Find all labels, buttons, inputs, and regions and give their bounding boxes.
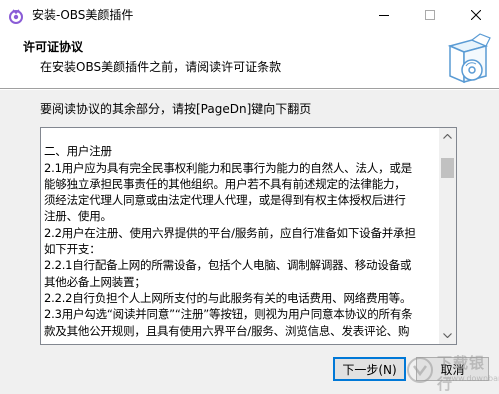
vertical-scrollbar[interactable] [439,128,456,344]
chevron-down-icon [443,333,452,338]
minimize-button[interactable] [361,0,407,30]
license-line: 2.2.2自行负担个人上网所支付的与此服务有关的电话费用、网络费用等。 [44,290,412,305]
license-line: 2.2用户在注册、使用六界提供的平台/服务前，应自行准备如下设备并承担 [44,225,416,240]
license-line: 其他必备上网装置； [44,274,146,289]
watermark: 下载银行 www.downbank.cn [400,352,499,393]
license-line: 如下开支： [44,242,101,257]
license-line: 2.3用户勾选“阅读并同意”“注册”等按钮，则视为用户同意本协议的所有条 [44,307,413,322]
license-line [44,128,440,143]
license-line: 能够独立承担民事责任的其他组织。用户若不具有前述规定的法律能力， [44,176,406,191]
window-title: 安装-OBS美颜插件 [32,8,134,22]
license-line: 注册、使用。 [44,209,112,224]
page-title: 许可证协议 [23,40,84,54]
license-text: 二、用户注册 2.1用户应为具有完全民事权利能力和民事行为能力的自然人、法人，或… [41,128,440,339]
next-button[interactable]: 下一步(N) [333,357,406,381]
scroll-up-button[interactable] [439,128,456,145]
license-line: 须经法定代理人同意或由法定代理人代理，或是得到有权主体授权后进行 [44,193,406,208]
chevron-up-icon [443,134,452,139]
license-line: 款及其他公开规则，且具有使用六界平台/服务、浏览信息、发表评论、购 [44,323,410,338]
watermark-logo-icon [407,357,433,383]
license-line: 2.1用户应为具有完全民事权利能力和民事行为能力的自然人、法人，或是 [44,160,412,175]
app-logo-icon [9,9,23,24]
close-button[interactable] [453,0,499,30]
license-line: 二、用户注册 [44,144,112,159]
watermark-url: www.downbank.cn [445,374,499,383]
maximize-icon [425,10,435,20]
close-icon [471,10,481,20]
license-textbox[interactable]: 二、用户注册 2.1用户应为具有完全民事权利能力和民事行为能力的自然人、法人，或… [40,127,457,345]
page-subtitle: 在安装OBS美颜插件之前，请阅读许可证条款 [40,60,282,74]
scroll-down-button[interactable] [439,327,456,344]
title-bar: 安装-OBS美颜插件 [0,0,499,30]
scroll-instruction: 要阅读协议的其余部分，请按[PageDn]键向下翻页 [40,102,312,116]
minimize-icon [379,15,389,16]
page-header: 许可证协议 在安装OBS美颜插件之前，请阅读许可证条款 [0,30,499,89]
scrollbar-thumb[interactable] [441,158,454,178]
maximize-button[interactable] [407,0,453,30]
license-line: 2.2.1自行配备上网的所需设备，包括个人电脑、调制解调器、移动设备或 [44,258,412,273]
watermark-text: 下载银行 [437,354,486,393]
software-box-icon [447,33,491,84]
